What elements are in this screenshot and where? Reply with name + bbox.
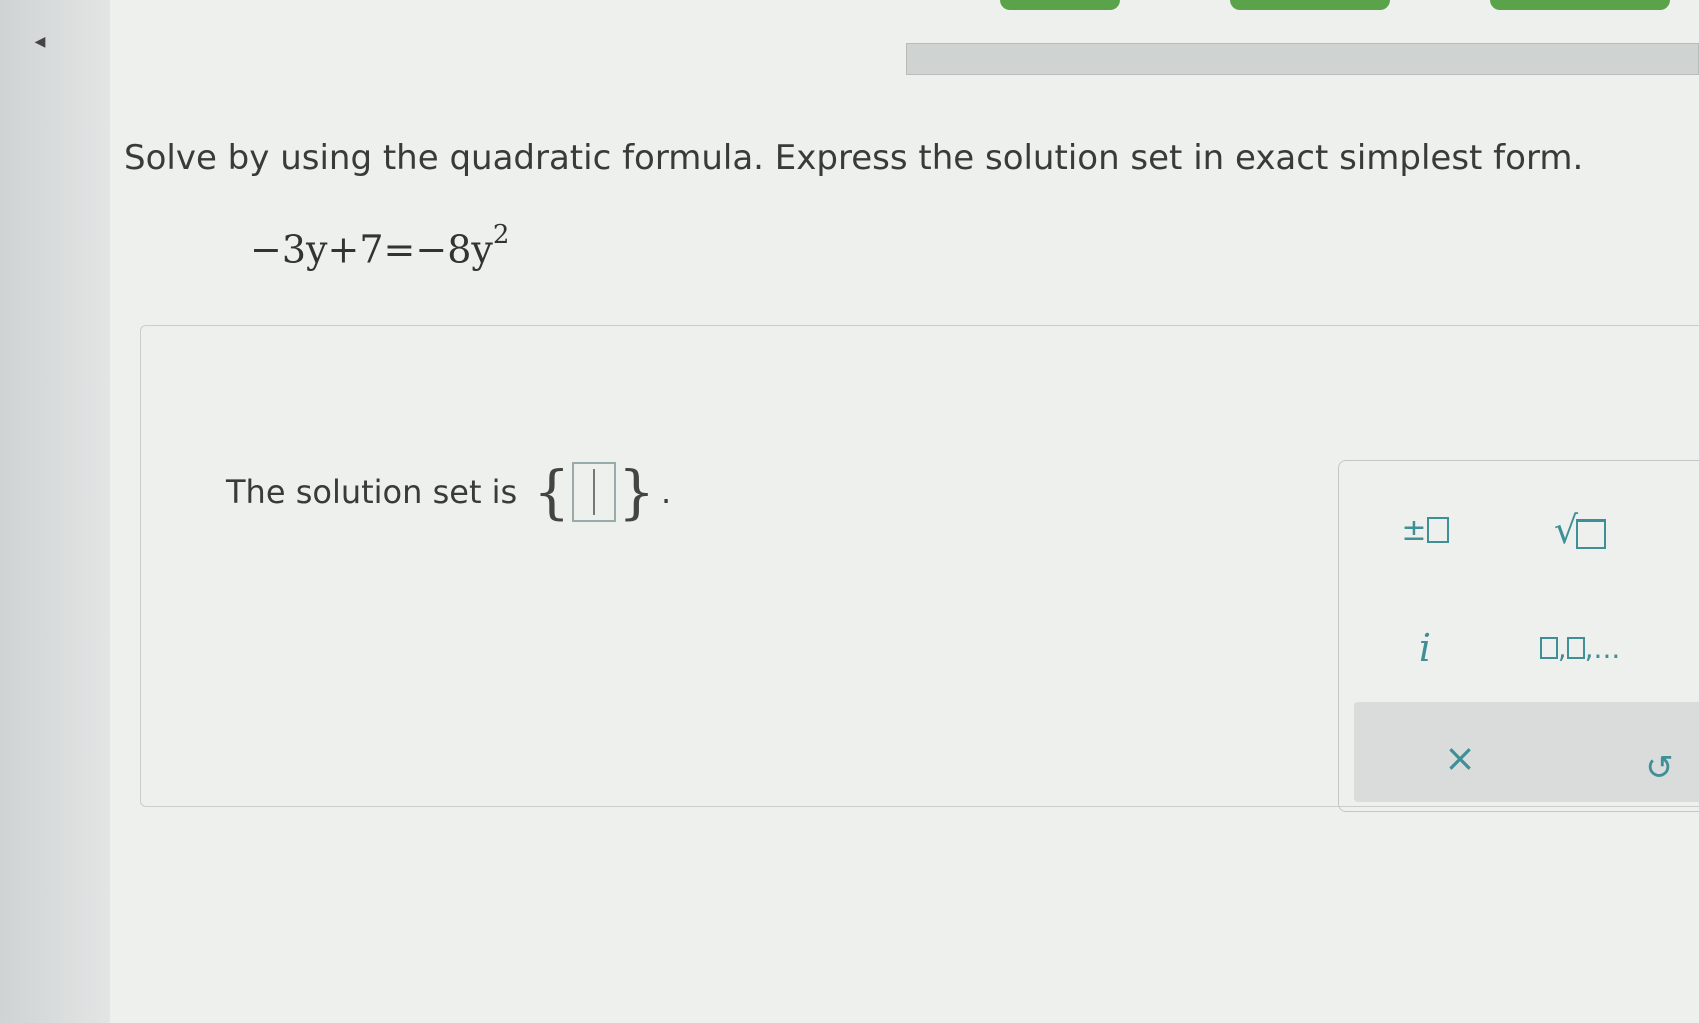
- progress-bar: [906, 43, 1699, 75]
- placeholder-box-icon: [1539, 637, 1558, 659]
- square-root-icon: √: [1554, 511, 1607, 549]
- text-cursor: [593, 469, 596, 515]
- solution-line: The solution set is { } .: [226, 462, 671, 522]
- equation-exponent: 2: [492, 220, 510, 250]
- plus-minus-button[interactable]: ±: [1370, 502, 1480, 558]
- period: .: [661, 473, 672, 511]
- question-prompt: Solve by using the quadratic formula. Ex…: [124, 138, 1584, 178]
- back-arrow-icon[interactable]: ◀: [30, 32, 50, 52]
- solution-label: The solution set is: [226, 473, 518, 511]
- placeholder-box-icon: [1426, 517, 1449, 543]
- equation-left: −3y+7: [250, 227, 384, 272]
- equation-equals: =: [383, 227, 416, 272]
- equation-right: −8y: [415, 227, 493, 272]
- undo-button[interactable]: ↺: [1620, 740, 1699, 796]
- equation: −3y+7=−8y2: [250, 220, 509, 272]
- solution-input[interactable]: [572, 462, 617, 522]
- imaginary-unit-button[interactable]: i: [1370, 620, 1480, 676]
- square-root-button[interactable]: √: [1525, 502, 1635, 558]
- placeholder-box-icon: [1566, 637, 1585, 659]
- page: ◀ Solve by using the quadratic formula. …: [0, 0, 1699, 1023]
- open-brace: {: [533, 458, 571, 526]
- progress-segment: [1230, 0, 1390, 10]
- close-brace: }: [618, 458, 656, 526]
- progress-segment: [1490, 0, 1670, 10]
- clear-button[interactable]: ×: [1405, 730, 1515, 786]
- list-button[interactable]: ,,...: [1525, 620, 1635, 676]
- left-margin: [0, 0, 110, 1023]
- plus-minus-icon: ±: [1401, 512, 1427, 548]
- progress-segment: [1000, 0, 1120, 10]
